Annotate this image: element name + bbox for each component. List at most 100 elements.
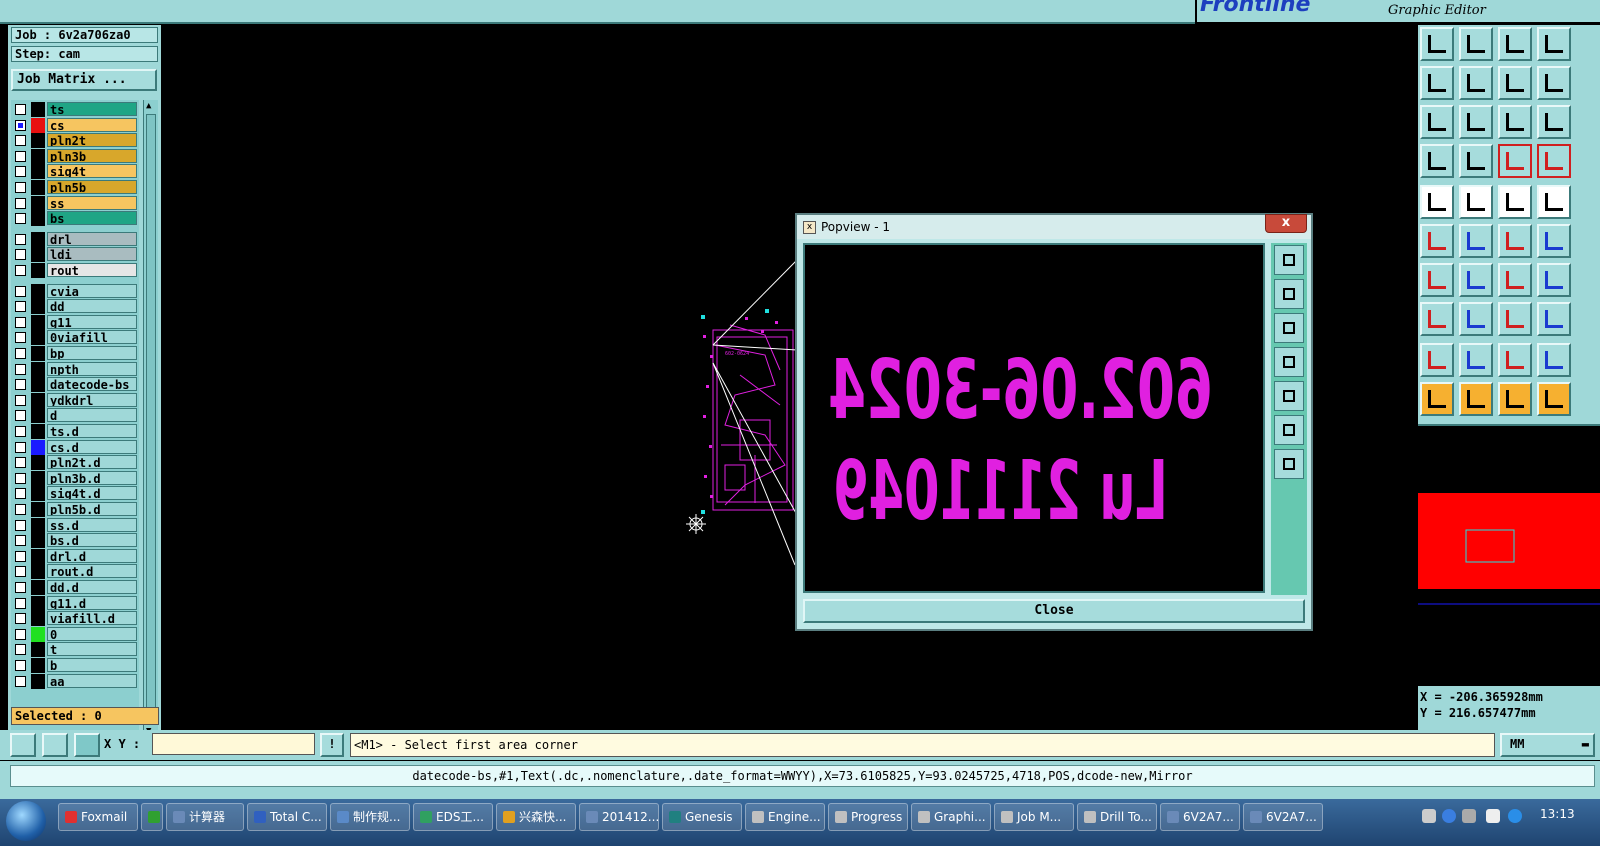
taskbar-item[interactable]: Genesis (662, 803, 742, 831)
taskbar-item[interactable]: 6V2A7... (1243, 803, 1323, 831)
layer-row[interactable]: pln3b.d (11, 470, 139, 486)
taskbar-item[interactable]: Progress (828, 803, 908, 831)
pad-red-button[interactable] (1420, 302, 1454, 336)
exclamation-button[interactable]: ! (320, 733, 344, 757)
xy-input[interactable] (152, 733, 315, 755)
layer-row[interactable]: ts.d (11, 424, 139, 439)
layer-checkbox[interactable] (15, 504, 26, 515)
pan-down-button[interactable] (1274, 313, 1304, 343)
layer-row[interactable]: g11.d (11, 595, 139, 611)
layer-row[interactable]: g11 (11, 314, 139, 330)
layer-row[interactable]: aa (11, 673, 139, 689)
layer-checkbox[interactable] (15, 182, 26, 193)
layer-checkbox[interactable] (15, 628, 26, 640)
taskbar-item[interactable]: Drill To... (1077, 803, 1157, 831)
layer-row[interactable]: ts (11, 102, 139, 117)
zoom-in-button[interactable] (1274, 415, 1304, 445)
layer-row[interactable]: cvia (11, 283, 139, 299)
layer-row[interactable]: cs.d (11, 439, 139, 455)
layer-checkbox[interactable] (15, 675, 26, 687)
pan-up-button[interactable] (1274, 279, 1304, 309)
popview-canvas[interactable]: 602.06-3024 Lu 2111049 (803, 243, 1265, 593)
zoom-out-button[interactable] (1274, 449, 1304, 479)
layer-checkbox[interactable] (15, 426, 26, 437)
layer-row[interactable]: pln3b (11, 148, 139, 164)
zoom-fit-button[interactable] (1274, 245, 1304, 275)
layer-row[interactable]: dd.d (11, 580, 139, 595)
layer-row[interactable]: bs.d (11, 533, 139, 549)
select-orange2-button[interactable] (1459, 382, 1493, 416)
taskbar-item[interactable]: Engine... (745, 803, 825, 831)
layer-checkbox[interactable] (15, 301, 26, 313)
popview-titlebar[interactable]: x Popview - 1 x (797, 214, 1311, 239)
layer-row[interactable]: ss (11, 195, 139, 211)
route-arrow2-button[interactable] (1537, 224, 1571, 258)
cross-button[interactable] (1459, 224, 1493, 258)
pan-left-button[interactable] (1274, 347, 1304, 377)
layer-row[interactable]: pln2t.d (11, 455, 139, 471)
layer-checkbox[interactable] (15, 441, 26, 453)
layer-row[interactable]: pln5b.d (11, 502, 139, 517)
clock[interactable]: 13:13 (1540, 807, 1575, 821)
layer-checkbox[interactable] (15, 213, 26, 225)
pan-right-button[interactable] (1459, 66, 1493, 100)
layer-checkbox[interactable] (15, 166, 26, 178)
layer-row[interactable]: cs (11, 117, 139, 133)
layer-row[interactable]: rout (11, 263, 139, 278)
job-matrix-button[interactable]: Job Matrix ... (11, 69, 157, 91)
layer-checkbox[interactable] (15, 394, 26, 406)
layer-checkbox[interactable] (15, 566, 26, 578)
taskbar-item[interactable]: 201412... (579, 803, 659, 831)
line-draw-button[interactable] (1459, 263, 1493, 297)
layer-list-scrollbar[interactable]: ▲ ▼ (143, 100, 158, 740)
layer-row[interactable]: rout.d (11, 564, 139, 580)
close-icon[interactable]: x (1265, 214, 1307, 233)
line-red-button[interactable] (1459, 302, 1493, 336)
slots-button[interactable] (1537, 263, 1571, 297)
layer-checkbox[interactable] (15, 535, 26, 547)
scroll-thumb[interactable] (146, 114, 156, 716)
taskbar-item[interactable]: 计算器 (166, 803, 244, 831)
layer-row[interactable]: drl (11, 231, 139, 247)
taskbar-item[interactable]: Foxmail (58, 803, 138, 831)
taskbar-item[interactable]: Total C... (247, 803, 327, 831)
layer-checkbox[interactable] (15, 104, 26, 115)
taskbar-item[interactable]: Job M... (994, 803, 1074, 831)
zoom-back-button[interactable] (1498, 66, 1532, 100)
layer-row[interactable]: sig4t (11, 164, 139, 180)
layer-checkbox[interactable] (15, 233, 26, 245)
tri-c-button[interactable] (1498, 343, 1532, 377)
taskbar-item[interactable]: 兴森快... (496, 803, 576, 831)
help-button[interactable] (1537, 105, 1571, 139)
layer-checkbox[interactable] (15, 285, 26, 297)
scroll-up-icon[interactable]: ▲ (146, 101, 151, 111)
layer-checkbox[interactable] (15, 472, 26, 484)
tri-b-button[interactable] (1459, 343, 1493, 377)
layer-checkbox[interactable] (15, 644, 26, 656)
tray-arrow-icon[interactable] (1486, 809, 1500, 823)
layer-checkbox[interactable] (15, 379, 26, 391)
zoom-fit-button[interactable] (1459, 105, 1493, 139)
layers-red2-button[interactable] (1537, 144, 1571, 178)
taskbar-item[interactable]: 6V2A7... (1160, 803, 1240, 831)
layer-checkbox[interactable] (15, 660, 26, 671)
pan-right-button[interactable] (1274, 381, 1304, 411)
keyboard-icon[interactable] (1422, 809, 1436, 823)
layer-checkbox[interactable] (15, 519, 26, 531)
layer-checkbox[interactable] (15, 135, 26, 147)
pan-left-button[interactable] (1420, 66, 1454, 100)
tri-d-button[interactable] (1537, 343, 1571, 377)
layer-row[interactable]: drl.d (11, 548, 139, 564)
connect-button[interactable] (1420, 224, 1454, 258)
layer-checkbox[interactable] (15, 265, 26, 276)
tri-a-button[interactable] (1420, 343, 1454, 377)
start-button[interactable] (6, 801, 46, 841)
layer-row[interactable]: b (11, 658, 139, 673)
help-icon[interactable] (1442, 809, 1456, 823)
layer-row[interactable]: bp (11, 346, 139, 361)
close-button[interactable]: Close (803, 599, 1305, 623)
dot-white-button[interactable] (1537, 185, 1571, 219)
select-orange-button[interactable] (1420, 382, 1454, 416)
layer-checkbox[interactable] (15, 550, 26, 562)
home-button[interactable] (1498, 27, 1532, 61)
